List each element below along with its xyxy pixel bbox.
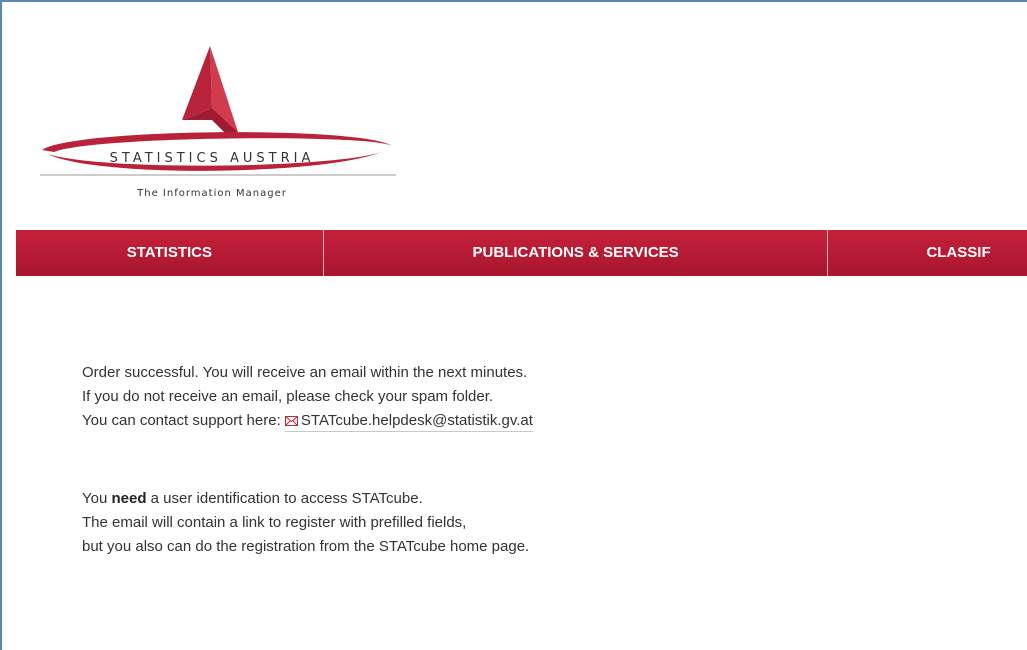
message-line-1: Order successful. You will receive an em… [82, 364, 528, 381]
message-line-5: The email will contain a link to registe… [82, 514, 467, 531]
browser-frame: STATISTICS AUSTRIA The Information Manag… [0, 0, 1027, 650]
statistics-austria-logo[interactable]: STATISTICS AUSTRIA The Information Manag… [34, 38, 404, 208]
support-prefix: You can contact support here: [82, 412, 281, 429]
need-emphasis: need [111, 490, 147, 507]
message-line-4: You need a user identification to access… [82, 487, 533, 511]
need-suffix: a user identification to access STATcube… [150, 490, 423, 507]
message-line-3: You can contact support here: STATcube.h… [82, 409, 533, 433]
need-prefix: You [82, 490, 108, 507]
support-email: STATcube.helpdesk@statistik.gv.at [300, 412, 533, 429]
nav-item-publications-services[interactable]: PUBLICATIONS & SERVICES [324, 230, 829, 276]
main-nav: STATISTICS PUBLICATIONS & SERVICES CLASS… [16, 230, 1027, 276]
confirmation-message: Order successful. You will receive an em… [82, 361, 533, 559]
message-line-2: If you do not receive an email, please c… [82, 388, 494, 405]
logo-tagline: The Information Manager [136, 188, 287, 199]
nav-item-statistics[interactable]: STATISTICS [16, 230, 324, 276]
envelope-icon [284, 416, 298, 426]
support-email-link[interactable]: STATcube.helpdesk@statistik.gv.at [284, 412, 533, 432]
logo-graphic: STATISTICS AUSTRIA The Information Manag… [40, 46, 396, 199]
logo-name: STATISTICS AUSTRIA [110, 151, 315, 166]
nav-item-classifications[interactable]: CLASSIF [828, 230, 1027, 276]
message-line-6: but you also can do the registration fro… [82, 538, 530, 555]
